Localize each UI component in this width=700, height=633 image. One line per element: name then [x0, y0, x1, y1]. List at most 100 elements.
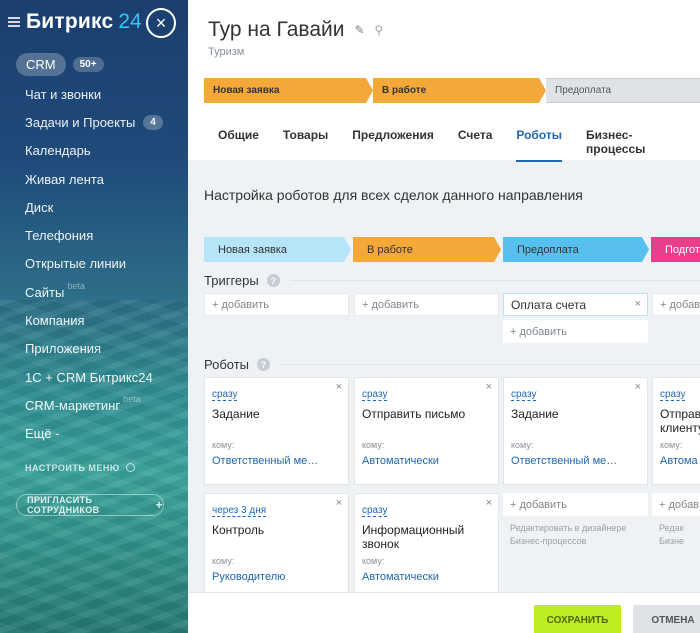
sidebar-item-label: Сайты	[25, 284, 65, 300]
sidebar-item-calendar[interactable]: Календарь	[0, 137, 188, 165]
cancel-button[interactable]: ОТМЕНА	[633, 605, 700, 633]
tab-offers[interactable]: Предложения	[352, 128, 434, 162]
add-trigger-button[interactable]: + добавить	[204, 293, 349, 316]
stage-new-request[interactable]: Новая заявка	[204, 78, 373, 103]
sidebar-item-disk[interactable]: Диск	[0, 193, 188, 221]
robots-column-preparation: сразу Отправ клиенту кому: Автома + доба…	[652, 377, 700, 548]
stage-in-progress[interactable]: В работе	[373, 78, 546, 103]
help-icon[interactable]: ?	[266, 274, 280, 287]
robot-responsible[interactable]: Ответственный ме…	[511, 455, 617, 467]
edit-in-designer-link[interactable]: Редак Бизне	[652, 522, 692, 548]
close-icon[interactable]: ×	[635, 298, 641, 310]
configure-menu-button[interactable]: НАСТРОИТЬ МЕНЮ	[0, 458, 188, 478]
brand[interactable]: Битрикс 24	[8, 10, 142, 34]
sidebar-item-label: Компания	[25, 313, 85, 329]
robot-card[interactable]: × через 3 дня Контроль кому: Руководител…	[204, 493, 349, 601]
robot-to-label: кому:	[362, 556, 385, 566]
robot-responsible[interactable]: Ответственный ме…	[212, 455, 318, 467]
robot-to-label: кому:	[511, 440, 534, 450]
triggers-row-label: Триггеры ?	[204, 273, 700, 288]
sidebar-item-chat[interactable]: Чат и звонки	[0, 80, 188, 108]
robots-label: Роботы	[204, 357, 250, 372]
robot-name: Контроль	[212, 523, 265, 537]
configure-menu-label: НАСТРОИТЬ МЕНЮ	[25, 462, 120, 473]
robot-card[interactable]: × сразу Информационный звонок кому: Авто…	[354, 493, 499, 601]
robot-card[interactable]: × сразу Отправить письмо кому: Автоматич…	[354, 377, 499, 485]
close-icon[interactable]: ×	[635, 381, 641, 393]
robot-delay[interactable]: сразу	[362, 505, 388, 517]
save-button[interactable]: СОХРАНИТЬ	[534, 605, 621, 633]
sidebar-item-sites[interactable]: Сайты beta	[0, 278, 188, 306]
tab-products[interactable]: Товары	[283, 128, 328, 162]
robot-delay[interactable]: сразу	[362, 389, 388, 401]
stage-label: Предоплата	[517, 243, 579, 256]
triggers-label: Триггеры	[204, 273, 259, 288]
menu-icon[interactable]	[8, 17, 20, 27]
sidebar-item-tasks[interactable]: Задачи и Проекты 4	[0, 108, 188, 136]
stage-prepayment[interactable]: Предоплата	[546, 78, 700, 103]
deal-category: Туризм	[208, 46, 245, 58]
close-icon[interactable]: ×	[336, 497, 342, 509]
sidebar-item-crm[interactable]: CRM 50+	[16, 52, 188, 76]
add-trigger-button[interactable]: + добавить	[503, 320, 648, 343]
robot-to-label: кому:	[212, 440, 235, 450]
robot-delay[interactable]: сразу	[660, 389, 686, 401]
sidebar-item-telephony[interactable]: Телефония	[0, 221, 188, 249]
robot-responsible[interactable]: Автоматически	[362, 455, 439, 467]
sidebar-item-more[interactable]: Ещё -	[0, 420, 188, 448]
sidebar-item-apps[interactable]: Приложения	[0, 335, 188, 363]
robot-responsible[interactable]: Автоматически	[362, 571, 439, 583]
close-icon[interactable]: ×	[486, 497, 492, 509]
beta-label: beta	[67, 281, 85, 292]
robot-delay[interactable]: через 3 дня	[212, 505, 267, 517]
add-robot-button[interactable]: + добавить	[503, 493, 648, 516]
tab-business-processes[interactable]: Бизнес-процессы	[586, 128, 676, 162]
help-icon[interactable]: ?	[257, 358, 271, 371]
tab-robots[interactable]: Роботы	[516, 128, 562, 162]
triggers-column-new: + добавить	[204, 293, 349, 316]
sidebar-item-label: Приложения	[25, 341, 102, 357]
triggers-column-preparation: + добав	[652, 293, 700, 316]
robot-name: Задание	[511, 407, 559, 421]
robot-card[interactable]: сразу Отправ клиенту кому: Автома	[652, 377, 700, 485]
robot-delay[interactable]: сразу	[212, 389, 238, 401]
trigger-item[interactable]: Оплата счета ×	[503, 293, 648, 316]
brand-name: Битрикс	[26, 10, 114, 33]
close-icon[interactable]: ×	[146, 8, 176, 38]
robot-delay[interactable]: сразу	[511, 389, 537, 401]
stage-label: Новая заявка	[213, 85, 280, 96]
robot-card[interactable]: × сразу Задание кому: Ответственный ме…	[503, 377, 648, 485]
robot-responsible[interactable]: Руководителю	[212, 571, 285, 583]
sidebar-item-label: Задачи и Проекты	[25, 114, 136, 130]
triggers-column-prepayment: Оплата счета × + добавить	[503, 293, 648, 343]
robot-to-label: кому:	[362, 440, 385, 450]
sidebar-item-crm-marketing[interactable]: CRM-маркетинг beta	[0, 391, 188, 419]
add-trigger-button[interactable]: + добавить	[354, 293, 499, 316]
stage-label: Новая заявка	[218, 243, 288, 256]
deal-tabs: Общие Товары Предложения Счета Роботы Би…	[218, 128, 700, 162]
robot-stage-new-request: Новая заявка	[204, 237, 351, 262]
invite-employees-button[interactable]: ПРИГЛАСИТЬ СОТРУДНИКОВ +	[16, 493, 164, 516]
add-trigger-button[interactable]: + добав	[652, 293, 700, 316]
add-robot-button[interactable]: + добав	[652, 493, 700, 516]
crm-count-badge: 50+	[72, 56, 104, 72]
stage-label: Предоплата	[555, 85, 612, 96]
sidebar-item-feed[interactable]: Живая лента	[0, 165, 188, 193]
edit-in-designer-link[interactable]: Редактировать в дизайнере Бизнес-процесс…	[503, 522, 648, 548]
tab-general[interactable]: Общие	[218, 128, 259, 162]
robot-name: Отправ клиенту	[660, 407, 700, 435]
deal-panel: Тур на Гавайи ✎ ⚲ Туризм Новая заявка В …	[188, 0, 700, 633]
robot-responsible[interactable]: Автома	[660, 455, 698, 467]
tasks-count-badge: 4	[143, 114, 163, 130]
close-icon[interactable]: ×	[486, 381, 492, 393]
sidebar-item-open-lines[interactable]: Открытые линии	[0, 250, 188, 278]
tab-invoices[interactable]: Счета	[458, 128, 493, 162]
link-icon[interactable]: ⚲	[375, 23, 384, 37]
robots-column-prepayment: × сразу Задание кому: Ответственный ме… …	[503, 377, 648, 548]
robot-card[interactable]: × сразу Задание кому: Ответственный ме…	[204, 377, 349, 485]
pencil-icon[interactable]: ✎	[354, 23, 364, 37]
sidebar-item-label: Ещё -	[25, 426, 60, 442]
close-icon[interactable]: ×	[336, 381, 342, 393]
sidebar-item-company[interactable]: Компания	[0, 306, 188, 334]
sidebar-item-1c[interactable]: 1С + CRM Битрикс24	[0, 363, 188, 391]
